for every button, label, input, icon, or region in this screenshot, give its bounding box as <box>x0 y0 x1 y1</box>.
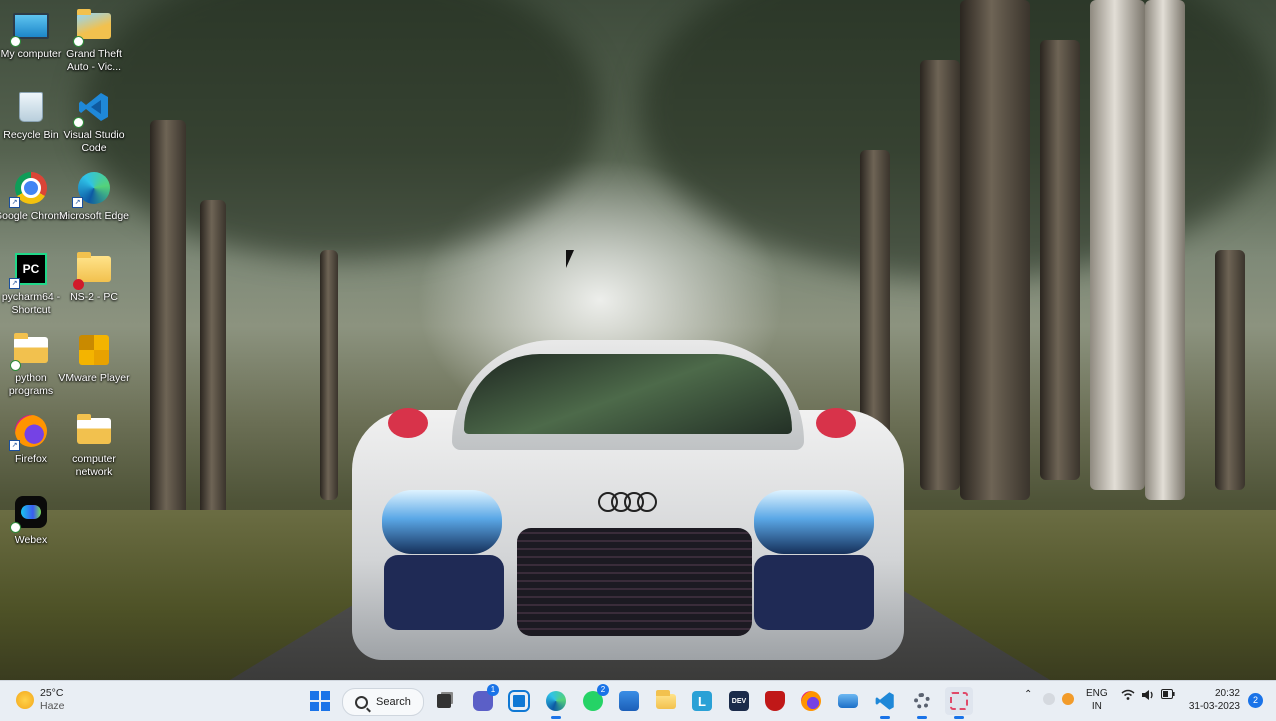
l-app-icon: L <box>692 691 712 711</box>
desktop-icon-webex[interactable]: Webex <box>0 486 69 566</box>
wifi-icon[interactable] <box>1121 689 1135 704</box>
windows-start-icon <box>310 691 330 711</box>
start-button[interactable] <box>306 687 334 715</box>
wallpaper-tree <box>1090 0 1145 490</box>
edge-icon: ↗ <box>72 170 112 208</box>
taskbar-settings[interactable] <box>908 687 936 719</box>
taskbar-vscode[interactable] <box>871 687 899 719</box>
edge-icon <box>546 691 566 711</box>
search-icon <box>355 695 368 709</box>
folder-icon <box>656 689 676 709</box>
desktop-icon-computer-network[interactable]: computer network <box>56 405 132 485</box>
notification-center-button[interactable]: 2 <box>1248 693 1263 708</box>
store-icon <box>619 691 639 711</box>
folder-icon <box>10 332 49 371</box>
monitor-icon <box>10 8 49 47</box>
wallpaper-tree <box>200 200 226 530</box>
taskbar-mcafee[interactable] <box>761 687 789 715</box>
taskbar-file-explorer[interactable] <box>652 687 680 715</box>
taskbar-mail[interactable] <box>834 687 862 715</box>
folder-icon <box>73 251 112 290</box>
volume-icon[interactable] <box>1141 689 1155 704</box>
desktop-icon-edge[interactable]: ↗ Microsoft Edge <box>56 162 132 242</box>
wallpaper-tree <box>960 0 1030 500</box>
task-view-icon <box>437 694 451 708</box>
shield-icon <box>765 691 785 711</box>
wallpaper-tree <box>1215 250 1245 490</box>
gear-icon <box>914 693 930 709</box>
taskbar-snipping-tool[interactable] <box>945 687 973 719</box>
tray-app-icon[interactable] <box>1062 693 1074 705</box>
desktop-icon-gta[interactable]: Grand Theft Auto - Vic... <box>56 0 132 80</box>
firefox-icon: ↗ <box>9 413 49 451</box>
outlook-icon <box>508 690 530 712</box>
taskbar-l-app[interactable]: L <box>688 687 716 715</box>
vmware-icon <box>76 332 112 368</box>
taskbar-edge[interactable] <box>542 687 570 719</box>
wallpaper-tree <box>920 60 960 490</box>
desktop-wallpaper[interactable]: My computer Grand Theft Auto - Vic... Re… <box>0 0 1276 680</box>
mail-icon <box>838 694 858 708</box>
clock-time: 20:32 <box>1214 688 1240 699</box>
wallpaper-tree <box>320 250 338 500</box>
mouse-cursor-icon <box>566 250 582 268</box>
snipping-tool-icon <box>950 692 968 710</box>
folder-icon <box>73 8 112 47</box>
language-indicator[interactable]: ENG IN <box>1086 687 1108 713</box>
taskbar-dev-app[interactable]: DEV <box>725 687 753 715</box>
wallpaper-tree <box>1145 0 1185 500</box>
weather-temp: 25°C <box>40 687 64 699</box>
taskbar-whatsapp[interactable]: 2 <box>579 684 609 715</box>
weather-widget[interactable]: 25°C Haze <box>16 687 65 713</box>
webex-icon <box>10 494 49 533</box>
car-logo <box>598 492 668 512</box>
taskbar-firefox[interactable] <box>797 687 825 715</box>
wallpaper-tree <box>1040 40 1080 480</box>
dev-icon: DEV <box>729 691 749 711</box>
vscode-icon <box>875 692 894 710</box>
weather-condition: Haze <box>40 700 65 712</box>
taskbar-store[interactable] <box>615 687 643 715</box>
taskbar: 25°C Haze Search 1 2 L DEV ⌃ ENG IN 20:3… <box>0 680 1276 721</box>
desktop-icon-vmware[interactable]: VMware Player <box>56 324 132 404</box>
taskbar-search[interactable]: Search <box>342 688 424 716</box>
pycharm-icon: PC ↗ <box>9 251 49 289</box>
tray-security-icon[interactable] <box>1043 693 1055 705</box>
taskbar-outlook[interactable] <box>505 687 533 715</box>
chrome-icon: ↗ <box>9 170 49 208</box>
vscode-icon <box>73 89 112 128</box>
system-clock[interactable]: 20:32 31-03-2023 <box>1186 687 1240 713</box>
desktop-icon-ns2[interactable]: NS-2 - PC <box>56 243 132 323</box>
firefox-icon <box>801 691 821 711</box>
haze-sun-icon <box>16 691 34 709</box>
desktop-icon-vscode[interactable]: Visual Studio Code <box>56 81 132 161</box>
clock-date: 31-03-2023 <box>1188 701 1240 712</box>
wallpaper-tree <box>150 120 186 540</box>
taskbar-teams[interactable]: 1 <box>469 684 499 715</box>
tray-chevron-up-icon[interactable]: ⌃ <box>1024 689 1032 700</box>
folder-icon <box>76 413 112 449</box>
recycle-bin-icon <box>13 89 49 125</box>
taskbar-task-view[interactable] <box>430 687 458 715</box>
battery-icon[interactable] <box>1161 689 1175 702</box>
wallpaper-car <box>352 340 904 670</box>
